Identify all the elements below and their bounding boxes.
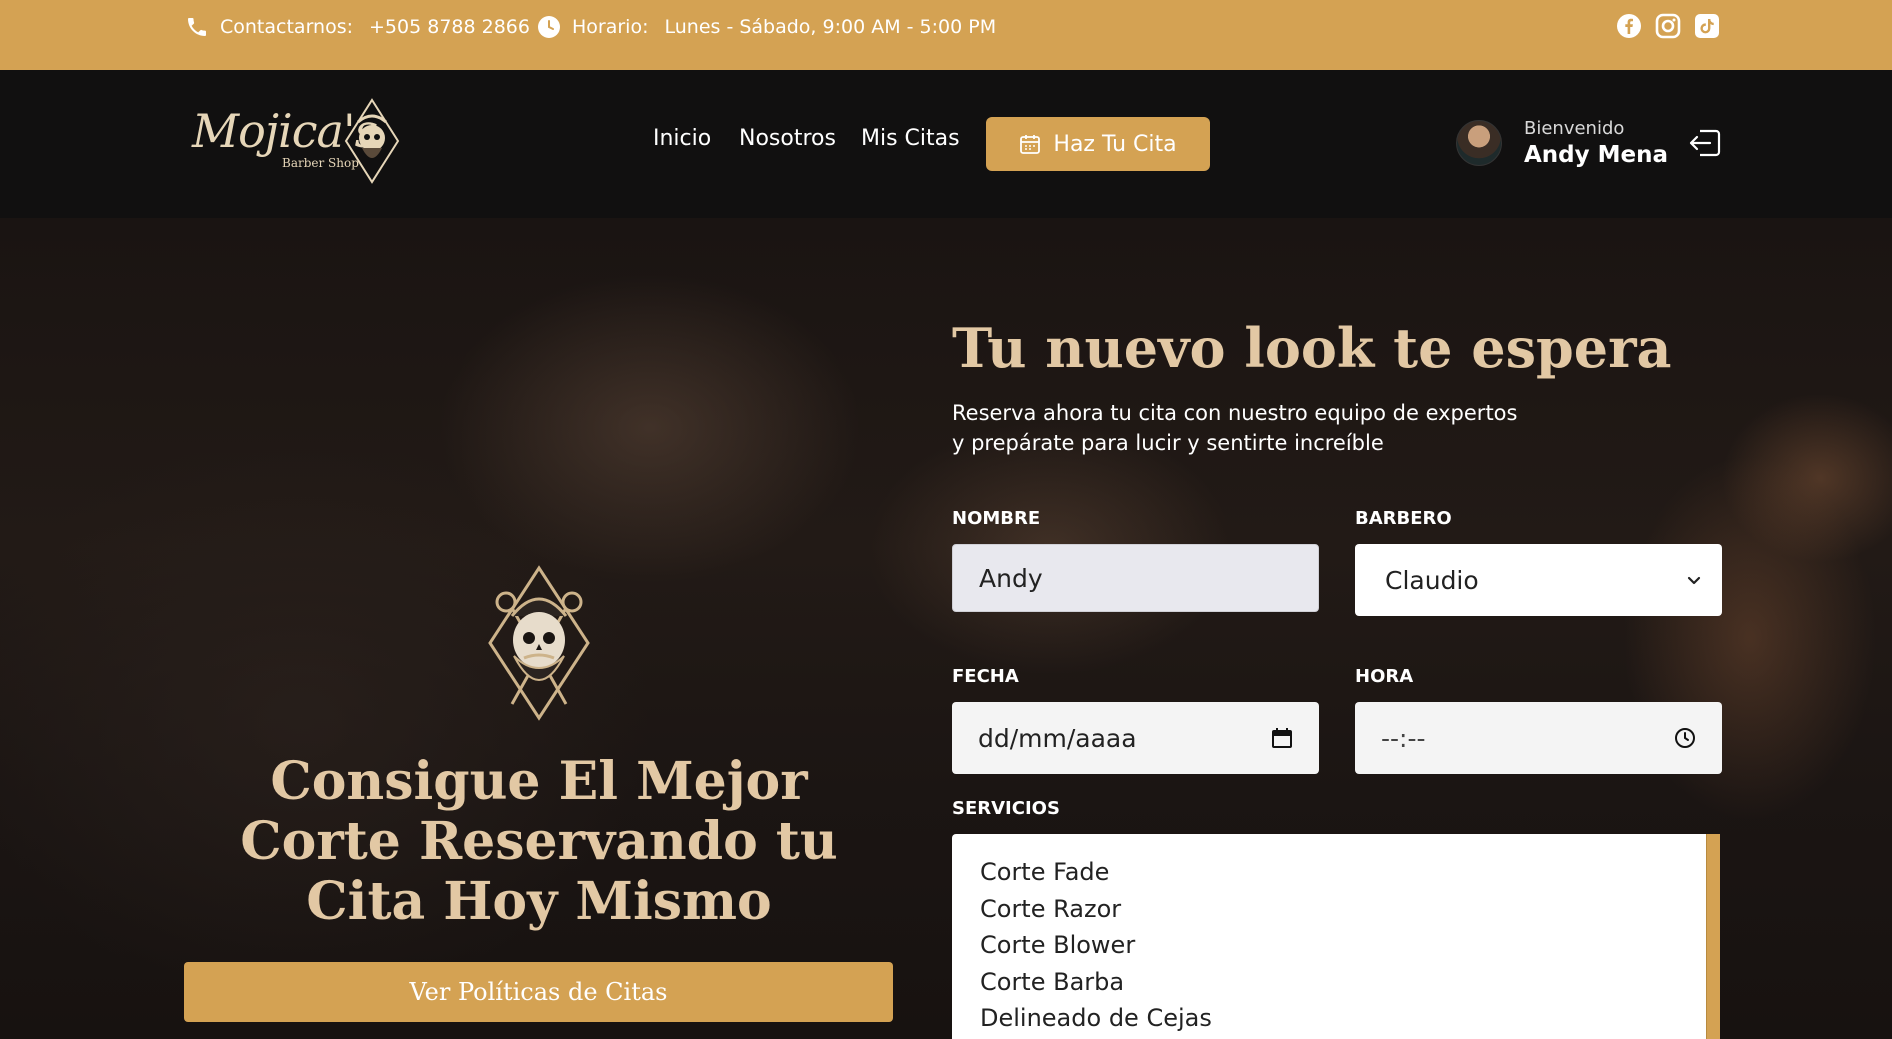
hours-info: Horario: Lunes - Sábado, 9:00 AM - 5:00 … — [536, 0, 996, 54]
contact-info: Contactarnos: +505 8788 2866 — [184, 0, 530, 54]
services-scrollbar[interactable] — [1706, 834, 1720, 1039]
time-input[interactable]: --:-- — [1355, 702, 1722, 774]
book-appointment-button[interactable]: Haz Tu Cita — [986, 117, 1210, 171]
barber-label: BARBERO — [1355, 508, 1452, 529]
book-appointment-label: Haz Tu Cita — [1053, 131, 1177, 157]
date-placeholder: dd/mm/aaaa — [978, 723, 1137, 753]
date-label: FECHA — [952, 666, 1019, 687]
booking-description: Reserva ahora tu cita con nuestro equipo… — [952, 398, 1572, 458]
view-policies-button[interactable]: Ver Políticas de Citas — [184, 962, 893, 1022]
hero-left-column: Consigue El Mejor Corte Reservando tu Ci… — [184, 218, 894, 1039]
hero-section: Consigue El Mejor Corte Reservando tu Ci… — [0, 218, 1892, 1039]
time-label: HORA — [1355, 666, 1414, 687]
booking-description-line-1: Reserva ahora tu cita con nuestro equipo… — [952, 401, 1518, 425]
hours-value: Lunes - Sábado, 9:00 AM - 5:00 PM — [664, 16, 997, 38]
nav-link-mis-citas[interactable]: Mis Citas — [861, 126, 960, 151]
phone-icon — [184, 14, 210, 40]
instagram-icon[interactable] — [1655, 13, 1681, 39]
service-option[interactable]: Corte Razor — [980, 891, 1692, 928]
user-name: Andy Mena — [1524, 142, 1669, 168]
hero-headline: Consigue El Mejor Corte Reservando tu Ci… — [240, 751, 838, 932]
time-placeholder: --:-- — [1381, 723, 1426, 753]
date-input[interactable]: dd/mm/aaaa — [952, 702, 1319, 774]
name-field[interactable]: Andy — [952, 544, 1319, 612]
hours-label: Horario: — [572, 16, 649, 38]
service-option[interactable]: Corte Barba — [980, 964, 1692, 1001]
name-label: NOMBRE — [952, 508, 1041, 529]
welcome-text: Bienvenido — [1524, 118, 1625, 139]
booking-form-column: Tu nuevo look te espera Reserva ahora tu… — [952, 218, 1722, 1039]
nav-link-inicio[interactable]: Inicio — [653, 126, 711, 151]
skull-emblem-icon — [344, 98, 400, 184]
service-option[interactable]: Corte Fade — [980, 854, 1692, 891]
logout-icon[interactable] — [1688, 128, 1722, 158]
barber-select[interactable]: Claudio — [1355, 544, 1722, 616]
clock-picker-icon[interactable] — [1674, 727, 1696, 749]
services-listbox[interactable]: Corte Fade Corte Razor Corte Blower Cort… — [952, 834, 1720, 1039]
brand-logo[interactable]: Mojica's Barber Shop — [192, 98, 402, 184]
top-contact-bar: Contactarnos: +505 8788 2866 Horario: Lu… — [0, 0, 1892, 70]
contact-label: Contactarnos: — [220, 16, 354, 38]
skull-barber-emblem-icon — [488, 565, 590, 721]
contact-phone[interactable]: +505 8788 2866 — [369, 16, 530, 38]
tiktok-icon[interactable] — [1694, 13, 1720, 39]
services-label: SERVICIOS — [952, 798, 1060, 819]
name-value: Andy — [979, 563, 1043, 593]
calendar-icon — [1020, 135, 1041, 154]
booking-title: Tu nuevo look te espera — [952, 316, 1672, 380]
booking-description-line-2: y prepárate para lucir y sentirte increí… — [952, 431, 1384, 455]
chevron-down-icon — [1687, 576, 1701, 585]
calendar-picker-icon[interactable] — [1271, 727, 1293, 749]
service-option[interactable]: Delineado de Cejas — [980, 1000, 1692, 1037]
nav-link-nosotros[interactable]: Nosotros — [739, 126, 836, 151]
main-navbar: Mojica's Barber Shop Inicio Nosotros Mis… — [0, 70, 1892, 218]
user-avatar[interactable] — [1456, 120, 1502, 166]
service-option[interactable]: Corte Blower — [980, 927, 1692, 964]
facebook-icon[interactable] — [1616, 13, 1642, 39]
clock-icon — [536, 14, 562, 40]
barber-selected-value: Claudio — [1385, 565, 1479, 595]
